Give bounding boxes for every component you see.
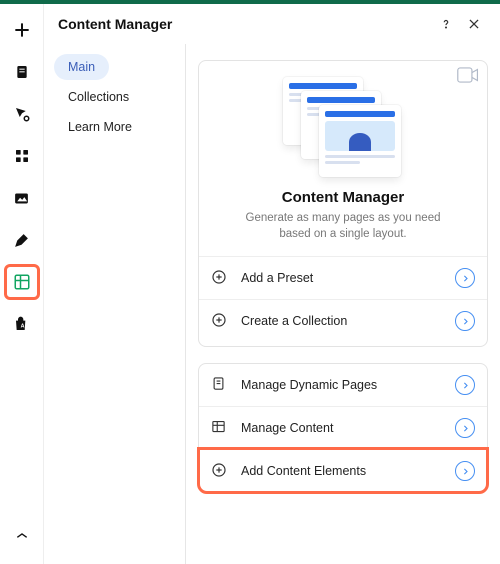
nav-col: Main Collections Learn More (44, 44, 186, 564)
video-icon[interactable] (457, 67, 479, 88)
nav-learn-more[interactable]: Learn More (54, 114, 146, 140)
pen-icon[interactable] (4, 222, 40, 258)
hero: Content Manager Generate as many pages a… (199, 61, 487, 256)
nav-collections[interactable]: Collections (54, 84, 143, 110)
add-icon[interactable] (4, 12, 40, 48)
row-manage-dynamic[interactable]: Manage Dynamic Pages (199, 364, 487, 406)
image-icon[interactable] (4, 180, 40, 216)
row-label: Create a Collection (241, 314, 455, 328)
plus-circle-icon (211, 312, 229, 330)
row-label: Add a Preset (241, 271, 455, 285)
hero-title: Content Manager (282, 189, 405, 206)
content-manager-icon[interactable] (4, 264, 40, 300)
hero-illustration (283, 77, 403, 177)
panel-body: Main Collections Learn More Content Mana… (44, 44, 500, 564)
page-icon[interactable] (4, 54, 40, 90)
row-add-preset[interactable]: Add a Preset (199, 256, 487, 299)
hero-subtitle: Generate as many pages as you need based… (233, 210, 453, 242)
collapse-icon[interactable] (4, 518, 40, 554)
help-icon[interactable] (434, 12, 458, 36)
table-icon (211, 419, 229, 437)
chevron-right-icon (455, 375, 475, 395)
hero-card: Content Manager Generate as many pages a… (198, 60, 488, 347)
close-icon[interactable] (462, 12, 486, 36)
row-label: Manage Dynamic Pages (241, 378, 455, 392)
row-create-collection[interactable]: Create a Collection (199, 299, 487, 342)
sidebar: A (0, 4, 44, 564)
nav-main[interactable]: Main (54, 54, 109, 80)
panel: Content Manager Main Collections Learn M… (44, 4, 500, 564)
plus-circle-icon (211, 462, 229, 480)
row-label: Add Content Elements (241, 464, 455, 478)
apps-icon[interactable] (4, 138, 40, 174)
page-outline-icon (211, 376, 229, 394)
design-icon[interactable] (4, 96, 40, 132)
chevron-right-icon (455, 311, 475, 331)
chevron-right-icon (455, 461, 475, 481)
chevron-right-icon (455, 418, 475, 438)
row-add-content-elements[interactable]: Add Content Elements (199, 449, 487, 492)
chevron-right-icon (455, 268, 475, 288)
panel-header: Content Manager (44, 4, 500, 44)
manage-card: Manage Dynamic Pages Manage Content (198, 363, 488, 493)
svg-text:A: A (20, 323, 24, 329)
store-icon[interactable]: A (4, 306, 40, 342)
panel-title: Content Manager (58, 16, 430, 32)
content-col: Content Manager Generate as many pages a… (186, 44, 500, 564)
plus-circle-icon (211, 269, 229, 287)
row-label: Manage Content (241, 421, 455, 435)
row-manage-content[interactable]: Manage Content (199, 406, 487, 449)
